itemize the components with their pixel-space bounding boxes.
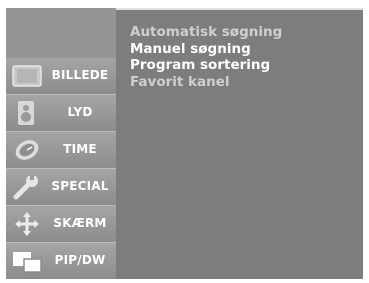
menu-item-automatisk-sogning[interactable]: Automatisk søgning: [130, 24, 282, 41]
clock-icon: [15, 140, 39, 160]
menu-item-program-sortering[interactable]: Program sortering: [130, 57, 282, 74]
pip-icon: [13, 252, 42, 273]
sidebar-item-label: SPECIAL: [51, 179, 109, 193]
sidebar-item-label: LYD: [67, 105, 93, 119]
speaker-icon: [18, 101, 34, 125]
move-arrows-icon: [15, 212, 39, 236]
picture-icon: [12, 65, 42, 87]
sidebar-item-label: TIME: [63, 142, 97, 156]
sidebar-item-pip-dw[interactable]: PIP/DW: [6, 243, 116, 279]
tv-osd-screen: BILLEDE LYD TIME SPECIAL SKÆRM PIP/DW Au…: [6, 8, 363, 279]
sidebar-item-lyd[interactable]: LYD: [6, 95, 116, 132]
sidebar-item-label: SKÆRM: [53, 216, 107, 230]
sidebar-item-label: PIP/DW: [54, 253, 106, 267]
menu-item-favorit-kanel[interactable]: Favorit kanel: [130, 74, 282, 91]
channel-setup-menu: Automatisk søgning Manuel søgning Progra…: [130, 24, 282, 90]
sidebar-item-skaerm[interactable]: SKÆRM: [6, 206, 116, 243]
wrench-icon: [13, 175, 38, 200]
sidebar: BILLEDE LYD TIME SPECIAL SKÆRM PIP/DW: [6, 8, 116, 279]
sidebar-item-time[interactable]: TIME: [6, 132, 116, 169]
sidebar-item-special[interactable]: SPECIAL: [6, 169, 116, 206]
sidebar-item-billede[interactable]: BILLEDE: [6, 58, 116, 95]
sidebar-item-label: BILLEDE: [51, 68, 109, 82]
menu-item-manuel-sogning[interactable]: Manuel søgning: [130, 41, 282, 58]
sidebar-header: [6, 8, 116, 58]
